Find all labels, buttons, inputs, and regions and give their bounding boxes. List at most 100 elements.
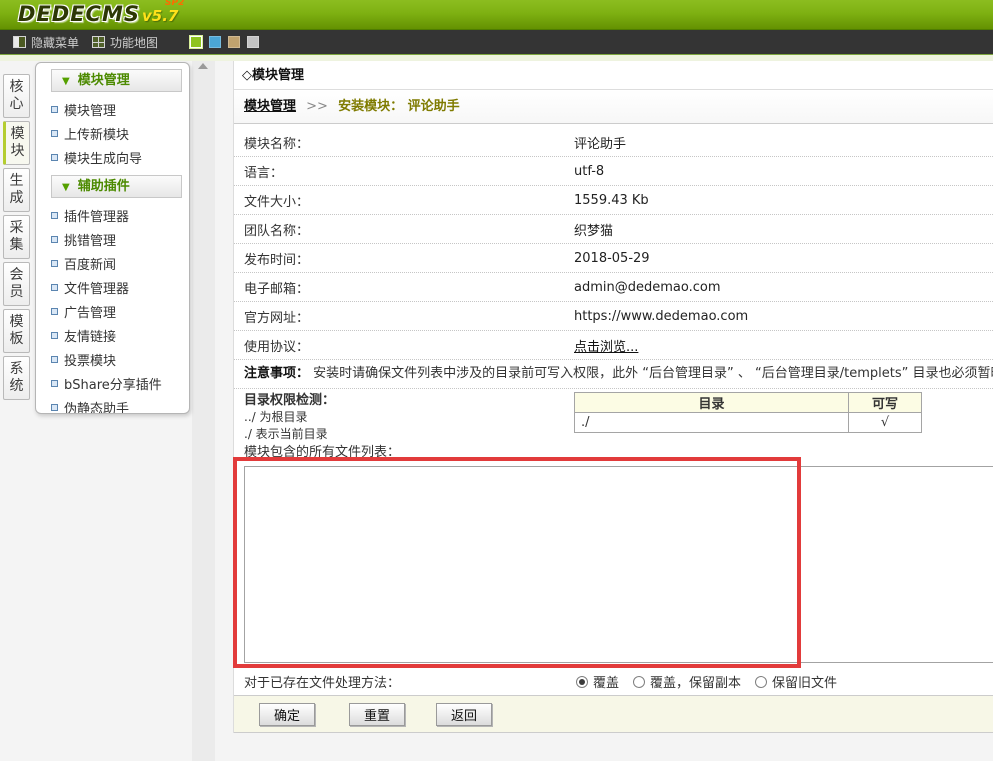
square-bullet-icon: [51, 212, 58, 219]
menu-item-module-wizard[interactable]: 模块生成向导: [36, 145, 189, 169]
sitemap-grid-icon: [92, 36, 105, 48]
menu-item-rewrite-helper[interactable]: 伪静态助手: [36, 395, 189, 414]
menu-item-upload-module[interactable]: 上传新模块: [36, 121, 189, 145]
radio-option-overwrite-keep-copy[interactable]: 覆盖，保留副本: [633, 672, 741, 691]
chevron-down-icon: ▼: [62, 182, 70, 193]
breadcrumb-current: 安装模块： 评论助手: [338, 99, 460, 114]
logo-sp-badge: SP2: [165, 0, 184, 8]
menu-item-baidu-news[interactable]: 百度新闻: [36, 251, 189, 275]
tab-generate[interactable]: 生成: [3, 168, 30, 212]
square-bullet-icon: [51, 260, 58, 267]
radio-checked-icon[interactable]: [576, 676, 588, 688]
col-header-writable: 可写: [849, 393, 922, 413]
release-date-value: 2018-05-29: [574, 251, 650, 266]
email-value: admin@dedemao.com: [574, 280, 721, 295]
radio-option-overwrite[interactable]: 覆盖: [576, 672, 619, 691]
menu-item-file-manager[interactable]: 文件管理器: [36, 275, 189, 299]
tab-collect[interactable]: 采集: [3, 215, 30, 259]
tab-member[interactable]: 会员: [3, 262, 30, 306]
dir-permission-table: 目录 可写 ./ √: [574, 392, 922, 433]
tab-module[interactable]: 模块: [3, 121, 30, 165]
filesize-value: 1559.43 Kb: [574, 193, 649, 208]
tab-system[interactable]: 系统: [3, 356, 30, 400]
sitemap-label: 功能地图: [110, 34, 158, 51]
square-bullet-icon: [51, 332, 58, 339]
logo-text: DEDECMS: [18, 2, 140, 26]
notice-text: 安装时请确保文件列表中涉及的目录前可写入权限，此外 “后台管理目录” 、 “后台…: [309, 366, 993, 381]
field-row-email: 电子邮箱： admin@dedemao.com: [234, 273, 993, 302]
field-row-website: 官方网址： https://www.dedemao.com: [234, 302, 993, 331]
radio-unchecked-icon[interactable]: [633, 676, 645, 688]
menu-section-aux-plugins[interactable]: ▼辅助插件: [51, 175, 182, 198]
menu-item-ad-manage[interactable]: 广告管理: [36, 299, 189, 323]
menu-item-error-report[interactable]: 挑错管理: [36, 227, 189, 251]
team-value: 织梦猫: [574, 220, 613, 239]
chevron-down-icon: ▼: [62, 76, 70, 87]
field-row-license: 使用协议： 点击浏览...: [234, 331, 993, 360]
notice-label: 注意事项：: [244, 366, 309, 381]
breadcrumb: 模块管理 >> 安装模块： 评论助手: [234, 90, 993, 124]
top-toolbar: 隐藏菜单 功能地图: [0, 30, 993, 55]
menu-item-vote-module[interactable]: 投票模块: [36, 347, 189, 371]
field-row-module-name: 模块名称： 评论助手: [234, 128, 993, 157]
menu-item-module-manage[interactable]: 模块管理: [36, 97, 189, 121]
menu-item-bshare-plugin[interactable]: bShare分享插件: [36, 371, 189, 395]
breadcrumb-link-module-manage[interactable]: 模块管理: [244, 99, 296, 114]
breadcrumb-separator: >>: [306, 99, 328, 114]
module-name-value: 评论助手: [574, 133, 626, 152]
theme-swatches: [190, 36, 266, 48]
theme-swatch-green[interactable]: [190, 36, 202, 48]
square-bullet-icon: [51, 404, 58, 411]
app-header: DEDECMSv5.7 SP2: [0, 0, 993, 30]
page-title: ◇模块管理: [234, 61, 993, 90]
tab-core[interactable]: 核心: [3, 74, 30, 118]
square-bullet-icon: [51, 308, 58, 315]
logo-version: v5.7: [142, 7, 178, 25]
overwrite-label: 对于已存在文件处理方法：: [244, 672, 576, 691]
menu-section-module-manage[interactable]: ▼模块管理: [51, 69, 182, 92]
table-header-row: 目录 可写: [575, 393, 922, 413]
left-menu-panel: ▼模块管理 模块管理 上传新模块 模块生成向导 ▼辅助插件 插件管理器 挑错管理…: [35, 62, 190, 414]
square-bullet-icon: [51, 154, 58, 161]
table-row: ./ √: [575, 413, 922, 433]
dir-permission-section: 目录权限检测： ../ 为根目录 ./ 表示当前目录 目录 可写 ./ √: [234, 389, 993, 444]
reset-button[interactable]: 重置: [349, 703, 405, 726]
square-bullet-icon: [51, 130, 58, 137]
theme-swatch-gray[interactable]: [247, 36, 259, 48]
hide-menu-icon: [13, 36, 26, 48]
collapse-menu-handle[interactable]: [198, 63, 208, 69]
tab-template[interactable]: 模板: [3, 309, 30, 353]
square-bullet-icon: [51, 236, 58, 243]
notice-row: 注意事项： 安装时请确保文件列表中涉及的目录前可写入权限，此外 “后台管理目录”…: [234, 360, 993, 389]
license-browse-link[interactable]: 点击浏览...: [574, 340, 638, 355]
square-bullet-icon: [51, 284, 58, 291]
hide-menu-button[interactable]: 隐藏菜单: [13, 34, 79, 51]
square-bullet-icon: [51, 106, 58, 113]
field-row-team: 团队名称： 织梦猫: [234, 215, 993, 244]
form-button-bar: 确定 重置 返回: [234, 695, 993, 733]
back-button[interactable]: 返回: [436, 703, 492, 726]
theme-swatch-tan[interactable]: [228, 36, 240, 48]
main-content-panel: ◇模块管理 模块管理 >> 安装模块： 评论助手 模块名称： 评论助手 语言： …: [233, 61, 993, 733]
radio-option-keep-old[interactable]: 保留旧文件: [755, 672, 837, 691]
square-bullet-icon: [51, 380, 58, 387]
website-value: https://www.dedemao.com: [574, 309, 748, 324]
writable-cell: √: [849, 413, 922, 433]
filelist-box[interactable]: [244, 466, 993, 663]
hide-menu-label: 隐藏菜单: [31, 34, 79, 51]
field-row-language: 语言： utf-8: [234, 157, 993, 186]
module-tab-strip: 核心 模块 生成 采集 会员 模板 系统: [3, 74, 33, 403]
overwrite-options-row: 对于已存在文件处理方法： 覆盖 覆盖，保留副本 保留旧文件: [234, 668, 993, 695]
radio-unchecked-icon[interactable]: [755, 676, 767, 688]
menu-item-friend-links[interactable]: 友情链接: [36, 323, 189, 347]
language-value: utf-8: [574, 164, 604, 179]
confirm-button[interactable]: 确定: [259, 703, 315, 726]
menu-divider: [192, 61, 215, 761]
square-bullet-icon: [51, 356, 58, 363]
filelist-label: 模块包含的所有文件列表：: [234, 444, 993, 466]
menu-item-plugin-manager[interactable]: 插件管理器: [36, 203, 189, 227]
dir-cell: ./: [575, 413, 849, 433]
col-header-directory: 目录: [575, 393, 849, 413]
sitemap-button[interactable]: 功能地图: [92, 34, 158, 51]
theme-swatch-blue[interactable]: [209, 36, 221, 48]
